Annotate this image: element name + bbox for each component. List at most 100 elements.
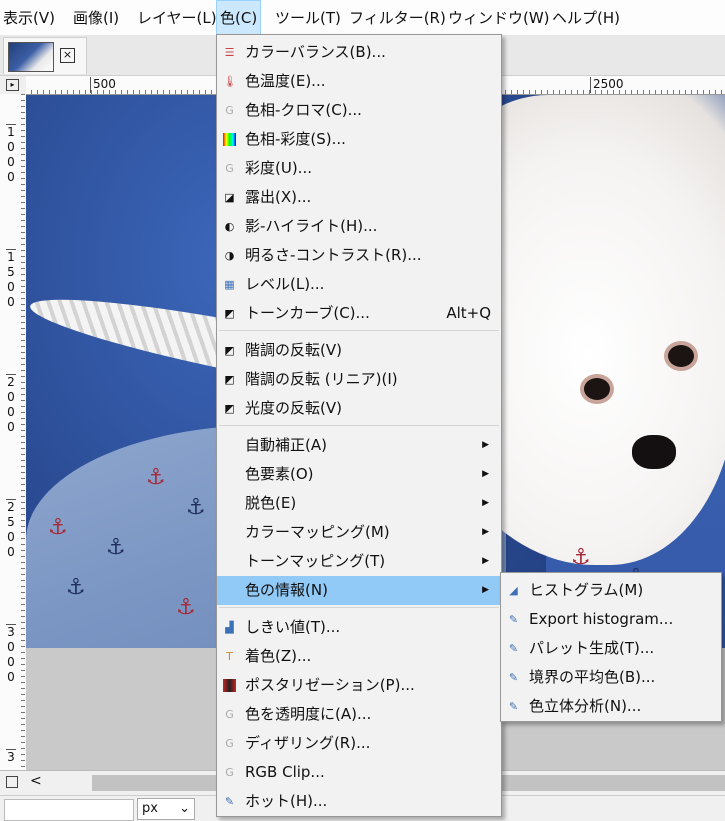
menu-item-tone-mapping[interactable]: トーンマッピング(T) ▶ [217,547,501,576]
thermometer-icon: 🌡 [223,75,237,88]
image-tab[interactable]: × [3,37,87,74]
menu-item-smooth-palette[interactable]: ✎ パレット生成(T)... [501,634,721,663]
menu-separator [219,607,499,608]
menu-item-map[interactable]: カラーマッピング(M) ▶ [217,518,501,547]
submenu-arrow-icon: ▶ [482,527,489,537]
anchor-pattern-icon: ⚓ [176,595,196,620]
dog-eye [668,345,694,367]
menu-item-threshold[interactable]: ▟ しきい値(T)... [217,613,501,642]
menu-item-saturation[interactable]: G 彩度(U)... [217,154,501,183]
menu-layer[interactable]: レイヤー(L) [134,0,220,35]
menu-item-hot[interactable]: ✎ ホット(H)... [217,787,501,816]
menubar: 表示(V) 画像(I) レイヤー(L) 色(C) ツール(T) フィルター(R)… [0,0,725,35]
menu-windows[interactable]: ウィンドウ(W) [445,0,553,35]
menu-item-shadows-highlights[interactable]: ◐ 影-ハイライト(H)... [217,212,501,241]
menu-item-curves[interactable]: ◩ トーンカーブ(C)... Alt+Q [217,299,501,328]
image-thumbnail [8,42,54,72]
color-info-submenu: ◢ ヒストグラム(M) ✎ Export histogram... ✎ パレット生成(… [500,572,722,722]
invert-icon: ◩ [224,402,235,415]
plugin-icon: ✎ [508,671,519,684]
submenu-arrow-icon: ▶ [482,440,489,450]
anchor-pattern-icon: ⚓ [48,515,68,540]
close-box-icon[interactable]: × [60,48,75,63]
menu-item-colorize[interactable]: T 着色(Z)... [217,642,501,671]
unit-select[interactable]: px ⌄ [137,798,195,820]
curves-icon: ◩ [224,307,235,320]
anchor-pattern-icon: ⚓ [106,535,126,560]
anchor-pattern-icon: ⚓ [66,575,86,600]
ruler-label: 500 [90,77,116,93]
menu-item-levels[interactable]: ▦ レベル(L)... [217,270,501,299]
ruler-corner[interactable]: ▸ [0,76,27,95]
submenu-arrow-icon: ▶ [482,556,489,566]
menu-item-exposure[interactable]: ◪ 露出(X)... [217,183,501,212]
dog-nose [632,435,676,469]
vertical-ruler[interactable]: 1000 1500 2000 2500 3000 3 [0,94,27,770]
menu-item-invert[interactable]: ◩ 階調の反転(V) [217,336,501,365]
menu-colors[interactable]: 色(C) [216,0,262,35]
menu-item-dither[interactable]: G ディザリング(R)... [217,729,501,758]
menu-image[interactable]: 画像(I) [70,0,122,35]
ruler-label: 3000 [6,624,16,684]
menu-item-linear-invert[interactable]: ◩ 階調の反転 (リニア)(I) [217,365,501,394]
ruler-label: 2500 [590,77,624,93]
menu-filters[interactable]: フィルター(R) [346,0,449,35]
anchor-pattern-icon: ⚓ [571,545,591,570]
scroll-left-icon[interactable]: < [30,773,42,789]
menu-item-value-invert[interactable]: ◩ 光度の反転(V) [217,394,501,423]
gegl-icon: G [225,104,234,117]
threshold-icon: ▟ [225,621,234,634]
chevron-down-icon[interactable]: ⌄ [179,799,190,819]
submenu-arrow-icon: ▶ [482,498,489,508]
anchor-pattern-icon: ⚓ [146,465,166,490]
menu-item-brightness-contrast[interactable]: ◑ 明るさ-コントラスト(R)... [217,241,501,270]
menu-tools[interactable]: ツール(T) [272,0,344,35]
plugin-icon: ✎ [508,642,519,655]
submenu-arrow-icon: ▶ [482,585,489,595]
quick-mask-icon[interactable] [6,776,18,788]
menu-view[interactable]: 表示(V) [0,0,58,35]
gegl-icon: G [225,737,234,750]
gegl-icon: G [225,162,234,175]
menu-item-hue-chroma[interactable]: G 色相-クロマ(C)... [217,96,501,125]
menu-separator [219,425,499,426]
invert-icon: ◩ [224,344,235,357]
ruler-label: 3 [6,749,16,764]
menu-item-border-average[interactable]: ✎ 境界の平均色(B)... [501,663,721,692]
menu-item-color-temperature[interactable]: 🌡 色温度(E)... [217,67,501,96]
menu-item-auto[interactable]: 自動補正(A) ▶ [217,431,501,460]
menu-item-components[interactable]: 色要素(O) ▶ [217,460,501,489]
menu-item-colorcube-analysis[interactable]: ✎ 色立体分析(N)... [501,692,721,721]
ruler-label: 1000 [6,124,16,184]
plugin-icon: ✎ [224,795,235,808]
ruler-label: 2000 [6,374,16,434]
histogram-icon: ◢ [509,584,518,597]
gegl-icon: G [225,766,234,779]
menu-item-export-histogram[interactable]: ✎ Export histogram... [501,605,721,634]
color-balance-icon: ☰ [224,46,235,59]
plugin-icon: ✎ [508,700,519,713]
shadows-highlights-icon: ◐ [224,220,235,233]
hue-saturation-icon [223,133,236,146]
submenu-arrow-icon: ▶ [482,469,489,479]
menu-item-color-to-alpha[interactable]: G 色を透明度に(A)... [217,700,501,729]
anchor-pattern-icon: ⚓ [186,495,206,520]
menu-item-rgb-clip[interactable]: G RGB Clip... [217,758,501,787]
unit-value: px [142,801,158,816]
exposure-icon: ◪ [224,191,235,204]
posterize-icon [223,679,236,692]
ruler-label: 2500 [6,499,16,559]
menu-item-desaturate[interactable]: 脱色(E) ▶ [217,489,501,518]
menu-item-color-balance[interactable]: ☰ カラーバランス(B)... [217,38,501,67]
gegl-icon: G [225,708,234,721]
menu-help[interactable]: ヘルプ(H) [549,0,623,35]
navigation-icon[interactable]: ▸ [6,79,19,91]
levels-icon: ▦ [224,278,235,291]
menu-item-histogram[interactable]: ◢ ヒストグラム(M) [501,576,721,605]
colorize-icon: T [226,650,233,663]
colors-menu: ☰ カラーバランス(B)... 🌡 色温度(E)... G 色相-クロマ(C)... … [216,34,502,817]
menu-item-hue-saturation[interactable]: 色相-彩度(S)... [217,125,501,154]
menu-item-info[interactable]: 色の情報(N) ▶ [217,576,501,605]
brightness-contrast-icon: ◑ [224,249,235,262]
menu-item-posterize[interactable]: ポスタリゼーション(P)... [217,671,501,700]
